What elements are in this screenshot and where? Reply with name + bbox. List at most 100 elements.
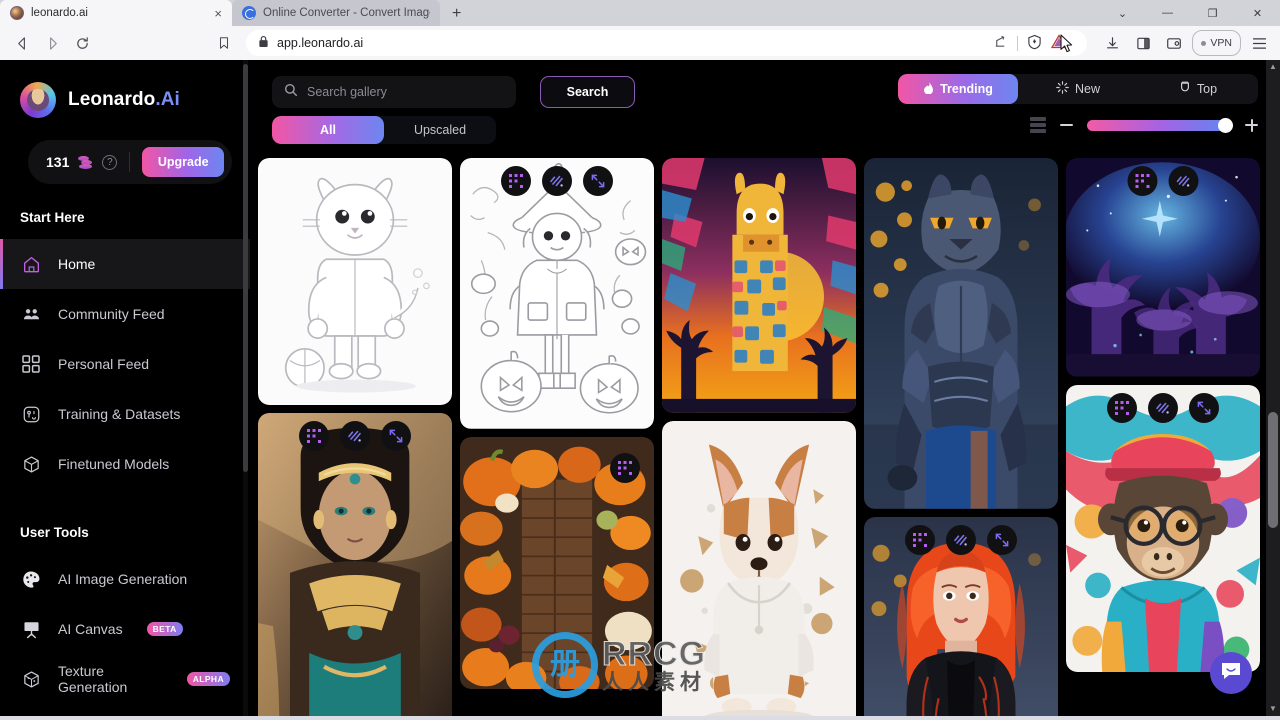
tab-title: Online Converter - Convert Image, Vid [263, 7, 430, 19]
share-icon[interactable] [993, 34, 1008, 52]
sidebar-item-personal-feed[interactable]: Personal Feed [0, 339, 250, 389]
sidebar-item-ai-canvas[interactable]: AI Canvas BETA [0, 604, 250, 654]
main-content: Search All Upscaled Trending [250, 60, 1280, 716]
browser-toolbar-icons: VPN [1089, 30, 1272, 56]
expand-icon[interactable] [381, 421, 411, 452]
bookmark-icon[interactable] [210, 30, 238, 56]
tab-search-chevron-down-icon[interactable]: ⌄ [1100, 0, 1145, 26]
reload-icon[interactable] [68, 30, 96, 56]
zoom-slider[interactable] [1087, 117, 1233, 133]
card-mystic-purple-forest[interactable] [1066, 158, 1260, 377]
sidebar-item-label: Community Feed [58, 306, 165, 322]
maximize-icon[interactable]: ❐ [1190, 0, 1235, 26]
upscale-wand-icon[interactable] [340, 421, 370, 452]
layout-density-icon[interactable] [1030, 117, 1046, 133]
vpn-status-dot [1201, 40, 1207, 46]
sidebar-item-finetuned-models[interactable]: Finetuned Models [0, 439, 250, 489]
card-golden-queen-portrait[interactable] [258, 413, 452, 716]
vpn-status-pill[interactable]: VPN [1192, 30, 1241, 56]
address-bar[interactable]: app.leonardo.ai [246, 30, 1088, 56]
zoom-in-button[interactable] [1245, 118, 1258, 132]
scroll-down-arrow-icon[interactable]: ▼ [1268, 704, 1278, 714]
card-colorful-giraffe-poster[interactable] [662, 158, 856, 413]
upscale-wand-icon[interactable] [542, 166, 572, 196]
leonardo-logo-icon [20, 82, 56, 118]
divider [1017, 35, 1019, 51]
wallet-icon[interactable] [1161, 30, 1187, 56]
minimize-icon[interactable]: — [1145, 0, 1190, 26]
gallery-toolbar: Search All Upscaled Trending [250, 60, 1280, 148]
back-arrow-icon[interactable] [8, 30, 36, 56]
expand-icon[interactable] [987, 524, 1017, 555]
sidebar-scrollbar-thumb[interactable] [243, 64, 248, 472]
main-scrollbar-thumb[interactable] [1268, 412, 1278, 528]
remix-icon[interactable] [905, 524, 935, 555]
card-chihuahua-hoodie[interactable] [662, 420, 856, 716]
search-icon [284, 83, 298, 102]
sidebar-item-ai-image-generation[interactable]: AI Image Generation [0, 554, 250, 604]
question-mark-icon[interactable]: ? [102, 154, 118, 170]
sort-tab-label: New [1074, 82, 1100, 96]
remix-icon[interactable] [299, 421, 329, 452]
sidebar-item-home[interactable]: Home [0, 239, 250, 289]
tab-title: leonardo.ai [31, 7, 88, 19]
zoom-slider-handle[interactable] [1218, 117, 1233, 133]
card-action-bar [1127, 166, 1199, 196]
expand-icon[interactable] [1189, 392, 1219, 423]
sidebar-item-community-feed[interactable]: Community Feed [0, 289, 250, 339]
brand-title: Leonardo.Ai [68, 89, 180, 111]
card-armored-cat-warrior[interactable] [864, 158, 1058, 509]
card-pumpkin-wood-path[interactable] [460, 436, 654, 690]
image-gallery-grid [250, 148, 1280, 716]
remix-icon[interactable] [1127, 166, 1158, 196]
search-field-wrapper[interactable] [272, 76, 516, 108]
scroll-up-arrow-icon[interactable]: ▲ [1268, 62, 1278, 72]
forward-arrow-icon[interactable] [38, 30, 66, 56]
new-tab-button[interactable]: + [440, 5, 473, 26]
support-chat-button[interactable] [1210, 652, 1252, 694]
people-icon [20, 303, 42, 325]
sidebar-panel-icon[interactable] [1130, 30, 1156, 56]
close-window-icon[interactable]: ✕ [1235, 0, 1280, 26]
main-scrollbar-track[interactable] [1266, 60, 1280, 716]
zoom-out-button[interactable] [1060, 124, 1073, 126]
upscale-wand-icon[interactable] [946, 524, 976, 555]
divider [129, 152, 131, 172]
sort-tab-trending[interactable]: Trending [898, 74, 1018, 104]
os-taskbar-edge [0, 716, 1280, 720]
gallery-sort-controls: Trending New Top [898, 74, 1258, 133]
remix-icon[interactable] [501, 166, 531, 196]
filter-tab-all[interactable]: All [272, 116, 384, 144]
upscale-wand-icon[interactable] [1168, 166, 1199, 196]
card-monkey-pop-art[interactable] [1066, 384, 1260, 673]
sidebar-item-training-datasets[interactable]: Training & Datasets [0, 389, 250, 439]
browser-tab-online-converter[interactable]: Online Converter - Convert Image, Vid [232, 0, 440, 26]
sort-tab-new[interactable]: New [1018, 74, 1138, 104]
sort-tab-top[interactable]: Top [1138, 74, 1258, 104]
download-icon[interactable] [1099, 30, 1125, 56]
search-button[interactable]: Search [540, 76, 635, 108]
cube-icon [20, 453, 42, 475]
brave-lion-icon[interactable] [1027, 34, 1042, 53]
lock-icon [258, 35, 269, 51]
card-cartoon-cat-line-art[interactable] [258, 158, 452, 406]
expand-icon[interactable] [583, 166, 613, 196]
brand-logo-row[interactable]: Leonardo.Ai [0, 82, 250, 118]
tab-close-icon[interactable]: × [214, 7, 222, 20]
remix-icon[interactable] [1107, 392, 1137, 423]
card-redhead-woman-leather-jacket[interactable] [864, 516, 1058, 716]
easel-icon [20, 618, 42, 640]
sidebar-section-title-user-tools: User Tools [20, 525, 89, 540]
remix-icon[interactable] [610, 452, 640, 483]
badge-beta: BETA [146, 622, 183, 636]
upscale-wand-icon[interactable] [1148, 392, 1178, 423]
filter-tab-upscaled[interactable]: Upscaled [384, 116, 496, 144]
sidebar-item-texture-generation[interactable]: Texture Generation ALPHA [0, 654, 250, 704]
hamburger-menu-icon[interactable] [1246, 30, 1272, 56]
search-input[interactable] [307, 85, 504, 99]
card-witch-girl-coloring-page[interactable] [460, 158, 654, 429]
brand-suffix-text: .Ai [155, 89, 180, 110]
card-action-bar [1107, 392, 1219, 423]
upgrade-button[interactable]: Upgrade [142, 147, 224, 177]
browser-tab-leonardo[interactable]: leonardo.ai × [0, 0, 232, 26]
